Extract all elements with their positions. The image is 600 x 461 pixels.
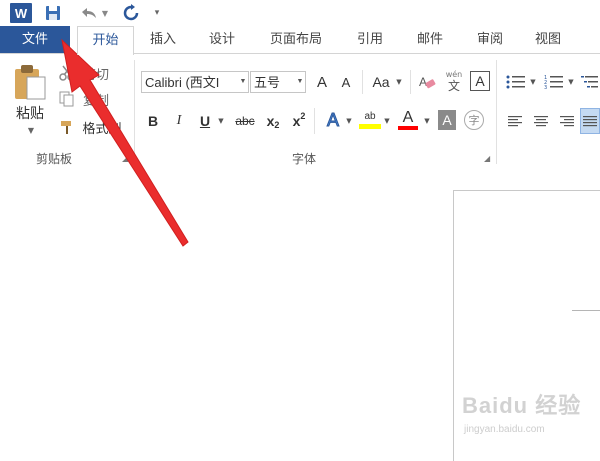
align-right-icon[interactable] — [556, 110, 578, 132]
text-effects-button[interactable]: A — [322, 108, 344, 132]
font-group-label: 字体 — [292, 152, 317, 166]
bullets-icon[interactable] — [504, 72, 528, 92]
tab-mailings[interactable]: 邮件 — [408, 26, 452, 53]
clipboard-launcher-icon[interactable]: ◢ — [122, 154, 131, 163]
format-painter-button[interactable]: 格式刷 — [78, 118, 126, 137]
enclose-characters-button[interactable]: 字 — [464, 110, 484, 130]
bullets-dropdown-icon[interactable]: ▼ — [528, 72, 538, 92]
customize-qat-icon[interactable]: ▾ — [152, 3, 162, 23]
group-separator — [134, 60, 135, 164]
highlight-color-bar — [359, 123, 381, 129]
subscript-button[interactable]: x2 — [262, 110, 284, 132]
tab-file[interactable]: 文件 — [0, 26, 70, 53]
chevron-down-icon: ▼ — [239, 78, 247, 85]
font-color-dropdown-icon[interactable]: ▼ — [422, 110, 432, 132]
paste-icon[interactable] — [12, 62, 48, 102]
align-left-icon[interactable] — [504, 110, 526, 132]
tab-design[interactable]: 设计 — [200, 26, 244, 53]
highlight-button[interactable]: ab — [358, 106, 382, 132]
quick-access-toolbar: W ▼ ▾ — [0, 0, 600, 26]
shrink-font-button[interactable]: A — [336, 71, 356, 93]
svg-text:A: A — [419, 75, 427, 89]
numbering-icon[interactable]: 123 — [542, 72, 566, 92]
undo-icon[interactable] — [78, 3, 100, 23]
font-name-value: Calibri (西文I — [145, 75, 220, 90]
cut-icon[interactable] — [58, 64, 76, 82]
clear-formatting-icon[interactable]: A — [416, 71, 438, 93]
word-logo-icon: W — [10, 3, 32, 23]
paste-dropdown-icon[interactable]: ▼ — [24, 124, 38, 136]
divider — [362, 70, 363, 94]
justify-icon[interactable] — [580, 108, 600, 134]
save-icon[interactable] — [44, 3, 62, 23]
underline-dropdown-icon[interactable]: ▼ — [216, 110, 226, 132]
font-size-select[interactable]: 五号 ▼ — [250, 71, 306, 93]
phonetic-top: wén — [445, 69, 463, 79]
superscript-mark: 2 — [300, 111, 306, 121]
group-separator — [496, 60, 497, 164]
copy-button[interactable]: 复制 — [78, 90, 114, 109]
divider — [314, 108, 315, 134]
character-border-button[interactable]: A — [470, 71, 490, 91]
page-margin-marker — [572, 310, 600, 311]
ribbon-tabs: 文件 开始 插入 设计 页面布局 引用 邮件 审阅 视图 — [0, 26, 600, 55]
tab-home[interactable]: 开始 — [77, 26, 134, 55]
watermark: Baidu 经验 jingyan.baidu.com — [462, 388, 600, 446]
svg-text:3: 3 — [544, 85, 547, 90]
strikethrough-button[interactable]: abc — [232, 110, 258, 132]
copy-icon[interactable] — [58, 90, 76, 108]
chevron-down-icon: ▼ — [296, 78, 304, 85]
change-case-button[interactable]: Aa — [368, 71, 394, 93]
font-color-bar — [398, 125, 418, 130]
paste-button[interactable]: 粘贴 — [10, 104, 50, 122]
underline-button[interactable]: U — [196, 110, 214, 132]
watermark-logo: Baidu 经验 — [462, 393, 582, 418]
tab-insert[interactable]: 插入 — [142, 26, 184, 53]
subscript-base: x — [266, 113, 275, 129]
divider — [410, 70, 411, 94]
subscript-mark: 2 — [274, 120, 280, 130]
phonetic-guide-button[interactable]: wén 文 — [442, 68, 466, 94]
font-name-select[interactable]: Calibri (西文I ▼ — [141, 71, 249, 93]
grow-font-button[interactable]: A — [312, 71, 332, 93]
text-effects-dropdown-icon[interactable]: ▼ — [344, 110, 354, 132]
numbering-dropdown-icon[interactable]: ▼ — [566, 72, 576, 92]
highlight-label: ab — [364, 110, 376, 122]
font-color-label: A — [402, 108, 414, 126]
font-size-value: 五号 — [254, 75, 281, 90]
character-shading-button[interactable]: A — [438, 110, 456, 130]
multilevel-list-icon[interactable] — [580, 72, 600, 92]
redo-icon[interactable] — [120, 3, 142, 23]
align-center-icon[interactable] — [530, 110, 552, 132]
superscript-button[interactable]: x2 — [288, 110, 310, 132]
italic-button[interactable]: I — [170, 110, 188, 132]
tab-page-layout[interactable]: 页面布局 — [262, 26, 330, 53]
tab-view[interactable]: 视图 — [526, 26, 570, 53]
phonetic-bottom: 文 — [447, 78, 460, 93]
tab-references[interactable]: 引用 — [348, 26, 392, 53]
font-color-button[interactable]: A — [396, 106, 420, 132]
superscript-base: x — [292, 113, 301, 129]
bold-button[interactable]: B — [144, 110, 162, 132]
tab-review[interactable]: 审阅 — [468, 26, 512, 53]
cut-button[interactable]: 剪切 — [78, 64, 114, 83]
clipboard-group-label: 剪贴板 — [36, 152, 73, 166]
undo-dropdown-icon[interactable]: ▼ — [100, 3, 110, 23]
font-launcher-icon[interactable]: ◢ — [484, 154, 493, 163]
format-painter-icon[interactable] — [58, 118, 76, 136]
highlight-dropdown-icon[interactable]: ▼ — [382, 110, 392, 132]
ribbon: 粘贴 ▼ 剪切 复制 格式刷 剪贴板 ◢ Calibri (西文I ▼ 五号 ▼… — [0, 53, 600, 171]
change-case-dropdown-icon[interactable]: ▼ — [394, 71, 404, 93]
watermark-url: jingyan.baidu.com — [464, 424, 545, 435]
